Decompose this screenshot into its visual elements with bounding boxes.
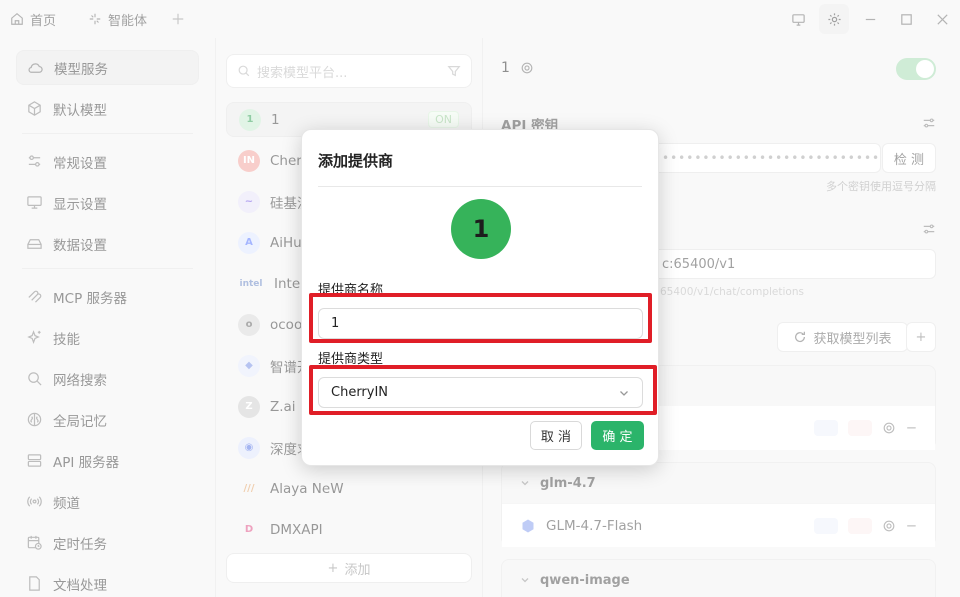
cancel-label: 取 消 — [540, 430, 572, 445]
confirm-button[interactable]: 确 定 — [591, 421, 644, 450]
cancel-button[interactable]: 取 消 — [530, 421, 582, 450]
highlight-box-type — [309, 365, 657, 415]
confirm-label: 确 定 — [602, 430, 633, 445]
dialog-title: 添加提供商 — [318, 152, 394, 170]
highlight-box-name — [309, 293, 652, 343]
provider-avatar[interactable]: 1 — [451, 199, 511, 259]
dialog-divider — [318, 186, 642, 187]
avatar-text: 1 — [472, 215, 490, 243]
